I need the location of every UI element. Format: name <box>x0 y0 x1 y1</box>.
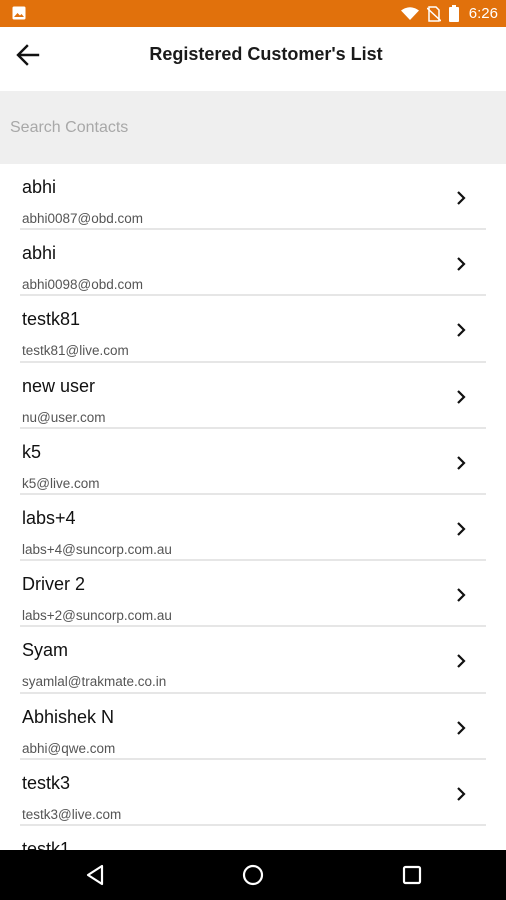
nav-recents-button[interactable] <box>400 863 424 887</box>
recents-square-icon <box>402 865 422 885</box>
customer-row[interactable]: testk81 testk81@live.com <box>20 296 486 363</box>
customer-email: k5@live.com <box>22 475 100 491</box>
customer-row[interactable]: testk3 testk3@live.com <box>20 760 486 826</box>
nav-home-button[interactable] <box>241 863 265 887</box>
chevron-right-icon <box>457 588 466 602</box>
customer-email: syamlal@trakmate.co.in <box>22 674 167 690</box>
status-bar: 6:26 <box>0 0 506 27</box>
customer-name: testk1 <box>22 838 71 850</box>
customer-name: Driver 2 <box>22 574 86 595</box>
system-nav-bar <box>0 850 506 900</box>
chevron-right-icon <box>457 522 466 536</box>
customer-name: abhi <box>22 177 57 197</box>
customer-email: abhi@qwe.com <box>22 740 116 756</box>
customer-name: Abhishek N <box>22 706 115 727</box>
chevron-right-icon <box>457 323 466 338</box>
search-input[interactable] <box>10 115 490 141</box>
customer-name: new user <box>22 375 96 396</box>
customer-email: testk3@live.com <box>22 806 122 822</box>
status-time: 6:26 <box>468 5 498 22</box>
customer-email: abhi0087@obd.com <box>22 211 144 226</box>
home-circle-icon <box>242 864 264 886</box>
customer-row[interactable]: new user nu@user.com <box>20 363 486 429</box>
customer-email: nu@user.com <box>22 409 106 425</box>
chevron-right-icon <box>457 257 466 271</box>
chevron-right-icon <box>457 455 466 470</box>
customer-row[interactable]: Abhishek N abhi@qwe.com <box>20 694 486 760</box>
customer-email: labs+2@suncorp.com.au <box>22 608 172 624</box>
chevron-right-icon <box>457 786 466 801</box>
customer-name: testk81 <box>22 309 81 330</box>
search-bar <box>0 91 506 164</box>
customer-row[interactable]: k5 k5@live.com <box>20 429 486 495</box>
chevron-right-icon <box>457 654 466 669</box>
nav-back-button[interactable] <box>83 863 107 887</box>
customer-row[interactable]: abhi abhi0098@obd.com <box>20 230 486 297</box>
chevron-right-icon <box>457 191 466 205</box>
app-bar: Registered Customer's List <box>0 27 506 91</box>
customer-name: labs+4 <box>22 507 76 528</box>
chevron-right-icon <box>457 389 466 404</box>
customer-name: Syam <box>22 640 69 661</box>
back-triangle-icon <box>86 864 104 886</box>
customer-row[interactable]: testk1 <box>20 826 486 850</box>
customer-email: testk81@live.com <box>22 343 129 359</box>
customer-email: abhi0098@obd.com <box>22 277 144 293</box>
customer-row[interactable]: Driver 2 labs+2@suncorp.com.au <box>20 561 486 628</box>
customer-row[interactable]: labs+4 labs+4@suncorp.com.au <box>20 495 486 562</box>
image-icon <box>12 6 26 20</box>
chevron-right-icon <box>457 720 466 735</box>
battery-icon <box>448 5 459 22</box>
customer-row[interactable]: Syam syamlal@trakmate.co.in <box>20 627 486 694</box>
wifi-icon <box>400 6 419 20</box>
customer-name: abhi <box>22 243 57 264</box>
customer-name: testk3 <box>22 772 71 793</box>
status-icons: 6:26 <box>400 3 498 24</box>
page-title: Registered Customer's List <box>149 44 383 64</box>
customer-email: labs+4@suncorp.com.au <box>22 541 172 557</box>
customer-row[interactable]: abhi abhi0087@obd.com <box>20 164 486 231</box>
customer-name: k5 <box>22 441 42 462</box>
no-sim-icon <box>426 5 441 22</box>
customer-list: abhi abhi0087@obd.com abhi abhi0098@obd.… <box>0 164 506 850</box>
